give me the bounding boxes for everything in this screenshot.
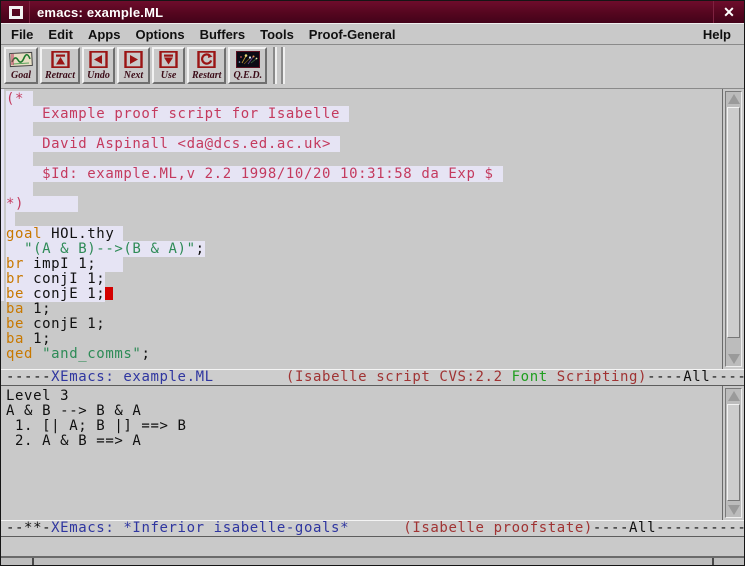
toolbar-separator — [281, 47, 285, 84]
buffer-line: 2. A & B ==> A — [6, 434, 722, 449]
scroll-down-icon[interactable] — [728, 505, 740, 515]
buffer-line: Example proof script for Isabelle — [6, 107, 722, 122]
script-buffer-window: (* Example proof script for Isabelle Dav… — [1, 89, 744, 369]
menu-file[interactable]: File — [5, 25, 39, 44]
window-menu-icon[interactable] — [9, 6, 23, 19]
next-button[interactable]: Next — [117, 47, 150, 84]
buffer-line: be conjE 1; — [6, 287, 722, 302]
buffer-line: qed "and_comms"; — [6, 347, 722, 362]
goals-buffer-text[interactable]: Level 3A & B --> B & A 1. [| A; B |] ==>… — [1, 386, 722, 520]
scroll-down-icon[interactable] — [728, 354, 740, 364]
qed-fireworks-icon — [236, 51, 260, 68]
buffer-line: David Aspinall <da@dcs.ed.ac.uk> — [6, 137, 722, 152]
text-cursor — [105, 287, 113, 300]
window-title: emacs: example.ML — [30, 5, 713, 20]
goals-buffer-modeline: --**-XEmacs: *Inferior isabelle-goals* (… — [1, 520, 744, 537]
buffer-line: Level 3 — [6, 389, 722, 404]
script-buffer-modeline: -----XEmacs: example.ML (Isabelle script… — [1, 369, 744, 386]
buffer-line: 1. [| A; B |] ==> B — [6, 419, 722, 434]
goals-buffer-scrollbar[interactable] — [722, 386, 744, 520]
menu-tools[interactable]: Tools — [254, 25, 300, 44]
restart-button-label: Restart — [192, 71, 221, 81]
buffer-line: A & B --> B & A — [6, 404, 722, 419]
frame-corner-notch — [712, 558, 714, 566]
menu-apps[interactable]: Apps — [82, 25, 127, 44]
close-icon[interactable]: ✕ — [714, 4, 744, 21]
use-button[interactable]: Use — [152, 47, 185, 84]
echo-area[interactable] — [1, 537, 744, 556]
goal-button-label: Goal — [11, 71, 31, 81]
window-frame-bottom — [1, 556, 744, 566]
scrollbar-thumb[interactable] — [727, 404, 740, 501]
buffer-line: --**-XEmacs: *Inferior isabelle-goals* (… — [6, 521, 744, 536]
scroll-up-icon[interactable] — [728, 94, 740, 104]
scrollbar-track[interactable] — [725, 388, 742, 518]
retract-button[interactable]: Retract — [40, 47, 80, 84]
buffer-line: ba 1; — [6, 302, 722, 317]
scrollbar-track[interactable] — [725, 91, 742, 367]
toolbar: Goal Retract Undo Next — [1, 45, 744, 89]
restart-circular-arrows-icon — [197, 51, 216, 68]
menu-options[interactable]: Options — [129, 25, 190, 44]
undo-button-label: Undo — [87, 71, 110, 81]
retract-up-funnel-icon — [51, 51, 70, 68]
buffer-line: *) — [6, 197, 722, 212]
buffer-line: be conjE 1; — [6, 317, 722, 332]
buffer-line: -----XEmacs: example.ML (Isabelle script… — [6, 370, 744, 385]
buffer-line: br impI 1; — [6, 257, 722, 272]
buffer-line: "(A & B)-->(B & A)"; — [6, 242, 722, 257]
undo-left-triangle-icon — [89, 51, 108, 68]
titlebar: emacs: example.ML ✕ — [1, 1, 744, 23]
toolbar-separator — [273, 47, 277, 84]
buffer-line — [6, 182, 722, 197]
scroll-up-icon[interactable] — [728, 391, 740, 401]
next-right-triangle-icon — [124, 51, 143, 68]
undo-button[interactable]: Undo — [82, 47, 115, 84]
buffer-line: $Id: example.ML,v 2.2 1998/10/20 10:31:5… — [6, 167, 722, 182]
menu-help[interactable]: Help — [697, 25, 737, 44]
qed-button-label: Q.E.D. — [233, 71, 262, 81]
script-buffer-text[interactable]: (* Example proof script for Isabelle Dav… — [1, 89, 722, 369]
scrollbar-thumb[interactable] — [727, 107, 740, 338]
retract-button-label: Retract — [45, 71, 75, 81]
use-button-label: Use — [161, 71, 177, 81]
buffer-line — [6, 122, 722, 137]
use-down-funnel-icon — [159, 51, 178, 68]
xemacs-window: emacs: example.ML ✕ File Edit Apps Optio… — [0, 0, 745, 566]
goal-button[interactable]: Goal — [4, 47, 38, 84]
script-buffer-scrollbar[interactable] — [722, 89, 744, 369]
menu-buffers[interactable]: Buffers — [194, 25, 252, 44]
menubar: File Edit Apps Options Buffers Tools Pro… — [1, 23, 744, 45]
goals-buffer-window: Level 3A & B --> B & A 1. [| A; B |] ==>… — [1, 386, 744, 520]
buffer-line — [6, 152, 722, 167]
buffer-line: (* — [6, 92, 722, 107]
buffer-line: ba 1; — [6, 332, 722, 347]
next-button-label: Next — [124, 71, 143, 81]
processed-region-edge — [1, 89, 4, 301]
qed-button[interactable]: Q.E.D. — [228, 47, 267, 84]
menu-proof-general[interactable]: Proof-General — [303, 25, 402, 44]
menu-edit[interactable]: Edit — [42, 25, 79, 44]
buffer-line — [6, 212, 722, 227]
goal-scroll-icon — [9, 51, 33, 68]
restart-button[interactable]: Restart — [187, 47, 226, 84]
buffer-line: goal HOL.thy — [6, 227, 722, 242]
frame-corner-notch — [32, 558, 34, 566]
buffer-line: br conjI 1; — [6, 272, 722, 287]
